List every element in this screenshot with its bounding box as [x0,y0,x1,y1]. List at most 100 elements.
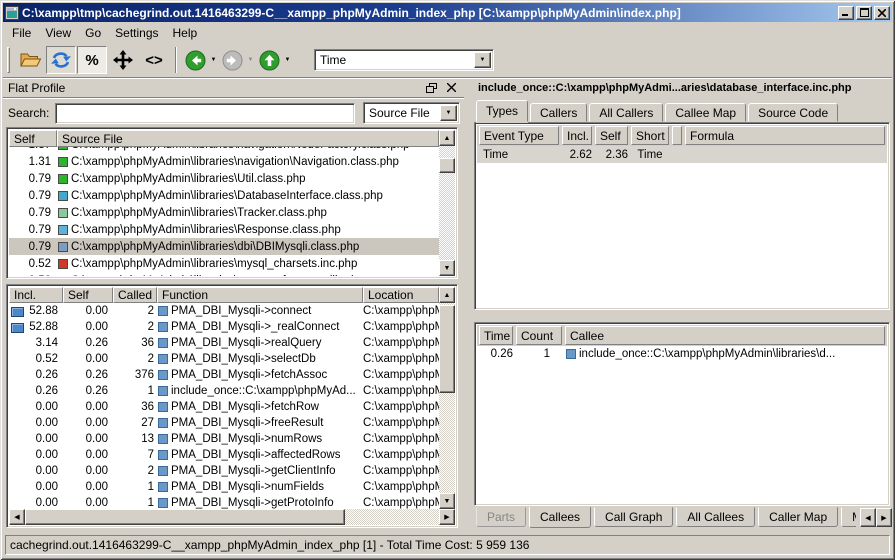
function-row[interactable]: 0.000.007PMA_DBI_Mysqli->affectedRowsC:\… [9,447,439,463]
function-row[interactable]: 52.880.002PMA_DBI_Mysqli->connectC:\xamp… [9,303,439,319]
source-file-row[interactable]: 0.79C:\xampp\phpMyAdmin\libraries\Databa… [9,187,439,204]
tab-callees[interactable]: Callees [529,507,591,528]
event-type-row-selected[interactable]: Time 2.62 2.36 Time [477,146,887,163]
function-table-hscrollbar[interactable]: ◀ ▶ [9,509,455,525]
scroll-right-icon[interactable]: ▶ [439,509,455,525]
column-header-count[interactable]: Count [516,326,562,345]
forward-button[interactable] [220,46,244,74]
dock-close-icon[interactable] [444,81,459,95]
function-row[interactable]: 0.000.0027PMA_DBI_Mysqli->freeResultC:\x… [9,415,439,431]
column-header-self[interactable]: Self [9,130,57,147]
combo-dropdown-icon[interactable]: ▼ [440,105,457,121]
column-header-incl[interactable]: Incl. [9,287,63,303]
menu-file[interactable]: File [5,24,38,42]
expand-depth-button[interactable] [108,46,138,74]
source-file-row-selected[interactable]: 0.79C:\xampp\phpMyAdmin\libraries\dbi\DB… [9,238,439,255]
column-header-location[interactable]: Location [363,287,439,303]
menu-settings[interactable]: Settings [108,24,165,42]
function-row[interactable]: 0.000.001PMA_DBI_Mysqli->numFieldsC:\xam… [9,479,439,495]
tab-scroll-right-icon[interactable]: ▶ [876,508,892,527]
percent-toggle-button[interactable]: % [77,46,107,74]
scrollbar-thumb[interactable] [25,509,345,525]
function-row[interactable]: 3.140.2636PMA_DBI_Mysqli->realQueryC:\xa… [9,335,439,351]
column-header-formula[interactable]: Formula [685,126,885,145]
group-by-combobox[interactable]: Source File ▼ [363,102,460,124]
up-dropdown[interactable]: ▼ [282,46,293,74]
minimize-button[interactable] [838,6,854,20]
tab-all-callees[interactable]: All Callees [676,507,755,527]
menu-go[interactable]: Go [78,24,108,42]
source-file-row[interactable]: 0.79C:\xampp\phpMyAdmin\libraries\Util.c… [9,170,439,187]
function-table-header: Incl. Self Called Function Location [9,287,439,303]
vertical-splitter[interactable] [464,78,472,531]
scroll-up-icon[interactable]: ▲ [439,287,455,303]
source-list-scrollbar[interactable]: ▲ ▼ [439,130,455,276]
tab-callers[interactable]: Callers [530,103,587,122]
event-type-combobox[interactable]: Time ▼ [314,49,494,71]
tab-caller-map[interactable]: Caller Map [758,507,838,527]
menu-help[interactable]: Help [166,24,205,42]
combo-dropdown-icon[interactable]: ▼ [474,52,491,68]
scroll-left-icon[interactable]: ◀ [9,509,25,525]
scrollbar-thumb[interactable] [439,305,455,393]
function-table-vscrollbar[interactable]: ▲ ▼ [439,287,455,509]
column-header-short[interactable]: Short [631,126,669,145]
scroll-down-icon[interactable]: ▼ [439,493,455,509]
tab-types[interactable]: Types [476,100,528,122]
menu-view[interactable]: View [38,24,78,42]
reload-button[interactable] [46,46,76,74]
column-header-incl[interactable]: Incl. [562,126,592,145]
toolbar-handle[interactable] [7,47,10,73]
column-header-time[interactable]: Time [479,326,513,345]
function-table-body: 52.880.002PMA_DBI_Mysqli->connectC:\xamp… [9,303,439,509]
scroll-down-icon[interactable]: ▼ [439,260,455,276]
close-button[interactable] [874,6,890,20]
function-detail-panel: include_once::C:\xampp\phpMyAdmi...aries… [472,78,892,531]
function-row[interactable]: 0.000.001PMA_DBI_Mysqli->getProtoInfoC:\… [9,495,439,509]
column-header-source-file[interactable]: Source File [57,130,439,147]
up-button[interactable] [257,46,281,74]
column-header-called[interactable]: Called [113,287,157,303]
cycle-detection-button[interactable]: <> [139,46,169,74]
source-file-row[interactable]: 1.31C:\xampp\phpMyAdmin\libraries\naviga… [9,153,439,170]
tab-scroll-left-icon[interactable]: ◀ [860,508,876,527]
dock-float-icon[interactable] [424,81,439,95]
forward-dropdown[interactable]: ▼ [245,46,256,74]
column-header-self[interactable]: Self [595,126,628,145]
column-header-self[interactable]: Self [63,287,113,303]
function-row[interactable]: 0.000.002PMA_DBI_Mysqli->getClientInfoC:… [9,463,439,479]
tab-machine[interactable]: Machine [841,507,856,527]
tab-parts[interactable]: Parts [476,507,526,527]
column-header-blank[interactable] [672,126,682,145]
title-bar[interactable]: C:\xampp\tmp\cachegrind.out.1416463299-C… [3,3,892,22]
search-label: Search: [8,106,55,120]
function-icon [158,354,168,364]
maximize-button[interactable] [856,6,872,20]
function-row[interactable]: 0.000.0036PMA_DBI_Mysqli->fetchRowC:\xam… [9,399,439,415]
back-button[interactable] [183,46,207,74]
tab-all-callers[interactable]: All Callers [589,103,663,122]
tab-callee-map[interactable]: Callee Map [665,103,746,122]
callee-row[interactable]: 0.26 1 include_once::C:\xampp\phpMyAdmin… [477,346,887,362]
event-types-header: Event Type Incl. Self Short Formula [477,125,887,146]
column-header-event-type[interactable]: Event Type [479,126,559,145]
function-row[interactable]: 52.880.002PMA_DBI_Mysqli->_realConnectC:… [9,319,439,335]
source-file-row[interactable]: 0.52C:\xampp\phpMyAdmin\libraries\user_p… [9,272,439,276]
tab-call-graph[interactable]: Call Graph [594,507,673,527]
scroll-up-icon[interactable]: ▲ [439,130,455,146]
column-header-function[interactable]: Function [157,287,363,303]
source-file-row[interactable]: 0.52C:\xampp\phpMyAdmin\libraries\mysql_… [9,255,439,272]
column-header-callee[interactable]: Callee [565,326,885,345]
source-file-row[interactable]: 0.79C:\xampp\phpMyAdmin\libraries\Tracke… [9,204,439,221]
source-file-row[interactable]: 0.79C:\xampp\phpMyAdmin\libraries\Respon… [9,221,439,238]
cost-color-icon [58,157,68,167]
tab-source-code[interactable]: Source Code [748,103,838,122]
function-row[interactable]: 0.260.261include_once::C:\xampp\phpMyAd.… [9,383,439,399]
back-dropdown[interactable]: ▼ [208,46,219,74]
open-file-button[interactable] [15,46,45,74]
function-row[interactable]: 0.000.0013PMA_DBI_Mysqli->numRowsC:\xamp… [9,431,439,447]
search-input[interactable] [55,103,355,124]
function-row[interactable]: 0.260.26376PMA_DBI_Mysqli->fetchAssocC:\… [9,367,439,383]
scrollbar-thumb[interactable] [439,158,455,173]
function-row[interactable]: 0.520.002PMA_DBI_Mysqli->selectDbC:\xamp… [9,351,439,367]
